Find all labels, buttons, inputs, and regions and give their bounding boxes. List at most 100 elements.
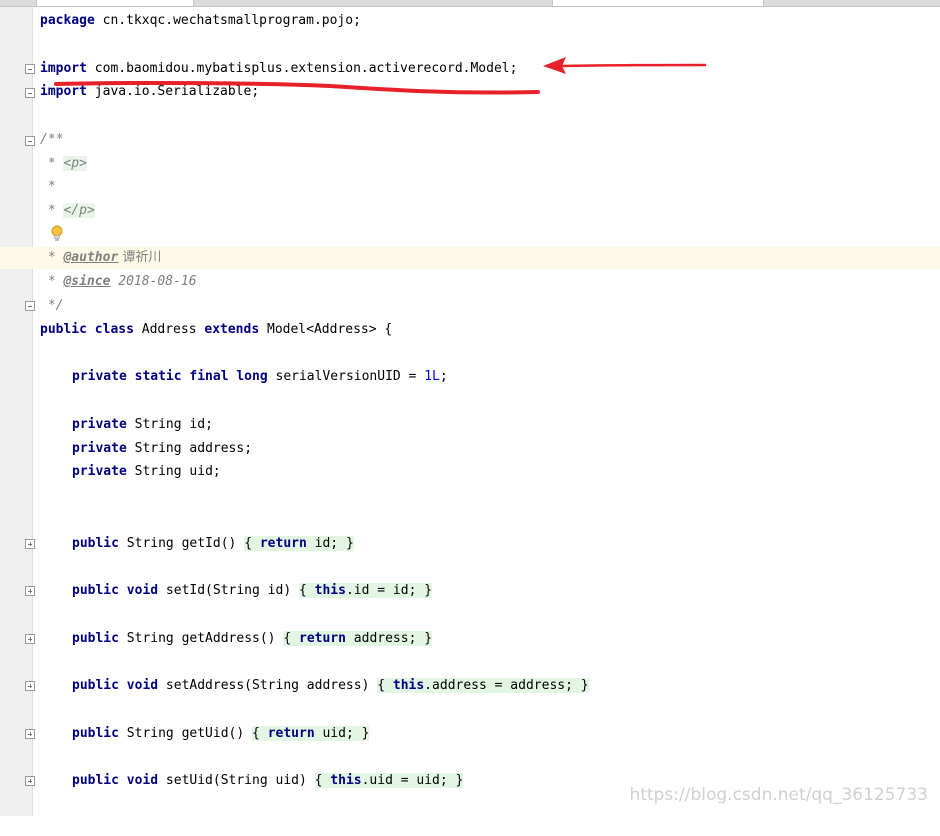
- keyword: public: [72, 536, 119, 551]
- editor-tab[interactable]: [552, 0, 764, 6]
- javadoc-tag: @since: [63, 274, 111, 289]
- doc-comment: /**: [40, 132, 64, 147]
- open-brace: {: [298, 583, 315, 598]
- method-signature: setUid(String uid): [158, 773, 315, 788]
- keyword: return: [259, 536, 307, 551]
- doc-comment: *: [40, 203, 64, 218]
- method-signature: String getUid(): [118, 726, 253, 741]
- code-text: String address;: [126, 441, 253, 456]
- code-line-setId: public void setId(String id) { this.id =…: [0, 580, 940, 602]
- folded-body[interactable]: { return id; }: [244, 536, 354, 551]
- method-signature: String getId(): [118, 536, 245, 551]
- code-text: String id;: [126, 417, 213, 432]
- keyword: package: [40, 13, 95, 28]
- keyword: private: [72, 417, 127, 432]
- keyword: this: [314, 583, 346, 598]
- code-line-getAddress: public String getAddress() { return addr…: [0, 628, 940, 650]
- method-signature: setAddress(String address): [158, 678, 378, 693]
- keyword: public void: [72, 583, 159, 598]
- code-text: id;: [306, 536, 339, 551]
- code-line-package: package cn.tkxqc.wechatsmallprogram.pojo…: [0, 10, 940, 32]
- keyword: return: [267, 726, 315, 741]
- doc-comment: *: [40, 156, 64, 171]
- keyword: import: [40, 61, 87, 76]
- method-signature: setId(String id): [158, 583, 299, 598]
- code-line-author: * @author 谭祈川: [0, 247, 940, 269]
- html-tag: </p>: [63, 203, 95, 218]
- close-brace: }: [447, 773, 464, 788]
- open-brace: {: [377, 678, 393, 693]
- code-text: uid;: [314, 726, 354, 741]
- doc-comment: *: [40, 274, 64, 289]
- code-line-doc-p: * <p>: [0, 153, 940, 175]
- folded-body[interactable]: { this.uid = uid; }: [314, 773, 464, 788]
- code-text: String uid;: [126, 464, 221, 479]
- keyword: public class: [40, 322, 134, 337]
- code-text: .address = address;: [424, 678, 573, 693]
- folded-body[interactable]: { this.address = address; }: [377, 678, 589, 693]
- code-line-field-id: private String id;: [0, 414, 940, 436]
- code-line-getId: public String getId() { return id; }: [0, 533, 940, 555]
- close-brace: }: [338, 536, 354, 551]
- code-line-field-uid: private String uid;: [0, 461, 940, 483]
- code-line-serial: private static final long serialVersionU…: [0, 366, 940, 388]
- folded-body[interactable]: { return uid; }: [252, 726, 370, 741]
- folded-body[interactable]: { return address; }: [283, 631, 433, 646]
- close-brace: }: [416, 583, 433, 598]
- code-line-doc-empty: *: [0, 176, 940, 198]
- editor-tab-strip: [0, 0, 940, 7]
- keyword: public void: [72, 773, 159, 788]
- code-text: ;: [439, 369, 448, 384]
- keyword: this: [392, 678, 425, 693]
- keyword: extends: [204, 322, 260, 337]
- editor-tab[interactable]: [36, 0, 194, 6]
- code-line-doc-p-close: * </p>: [0, 200, 940, 222]
- code-line-doc-open: /**: [0, 129, 940, 151]
- doc-comment: *: [40, 250, 64, 265]
- doc-comment: *: [40, 179, 56, 194]
- keyword: this: [330, 773, 362, 788]
- keyword: public: [72, 726, 119, 741]
- javadoc-tag: @author: [63, 250, 119, 265]
- watermark: https://blog.csdn.net/qq_36125733: [629, 785, 928, 805]
- code-text: com.baomidou.mybatisplus.extension.activ…: [86, 61, 518, 76]
- keyword: return: [299, 631, 346, 646]
- code-line-getUid: public String getUid() { return uid; }: [0, 723, 940, 745]
- code-text: serialVersionUID =: [267, 369, 425, 384]
- keyword: private: [72, 464, 127, 479]
- html-tag: <p>: [63, 156, 87, 171]
- code-line-import-model: import com.baomidou.mybatisplus.extensio…: [0, 58, 940, 80]
- code-text: Model<Address> {: [259, 322, 393, 337]
- code-text: .uid = uid;: [361, 773, 448, 788]
- code-text: .id = id;: [345, 583, 417, 598]
- class-name: Address: [133, 322, 205, 337]
- open-brace: {: [283, 631, 299, 646]
- open-brace: {: [252, 726, 268, 741]
- open-brace: {: [314, 773, 331, 788]
- code-line-import-serializable: import java.io.Serializable;: [0, 81, 940, 103]
- keyword: public void: [72, 678, 159, 693]
- code-line-setAddress: public void setAddress(String address) {…: [0, 675, 940, 697]
- doc-comment: */: [40, 298, 64, 313]
- intention-lightbulb-icon[interactable]: [50, 225, 64, 243]
- since-date: 2018-08-16: [110, 274, 197, 289]
- keyword: private: [72, 441, 127, 456]
- keyword: import: [40, 84, 87, 99]
- close-brace: }: [572, 678, 589, 693]
- keyword: private static final long: [72, 369, 268, 384]
- method-signature: String getAddress(): [118, 631, 284, 646]
- author-name: 谭祈川: [118, 250, 162, 265]
- keyword: public: [72, 631, 119, 646]
- number-literal: 1L: [424, 369, 440, 384]
- code-line-class-decl: public class Address extends Model<Addre…: [0, 319, 940, 341]
- code-line-since: * @since 2018-08-16: [0, 271, 940, 293]
- code-text: cn.tkxqc.wechatsmallprogram.pojo;: [94, 13, 361, 28]
- code-line-doc-close: */: [0, 295, 940, 317]
- folded-body[interactable]: { this.id = id; }: [298, 583, 433, 598]
- close-brace: }: [353, 726, 370, 741]
- open-brace: {: [244, 536, 260, 551]
- code-text: java.io.Serializable;: [86, 84, 260, 99]
- close-brace: }: [416, 631, 433, 646]
- code-line-field-address: private String address;: [0, 438, 940, 460]
- code-text: address;: [345, 631, 417, 646]
